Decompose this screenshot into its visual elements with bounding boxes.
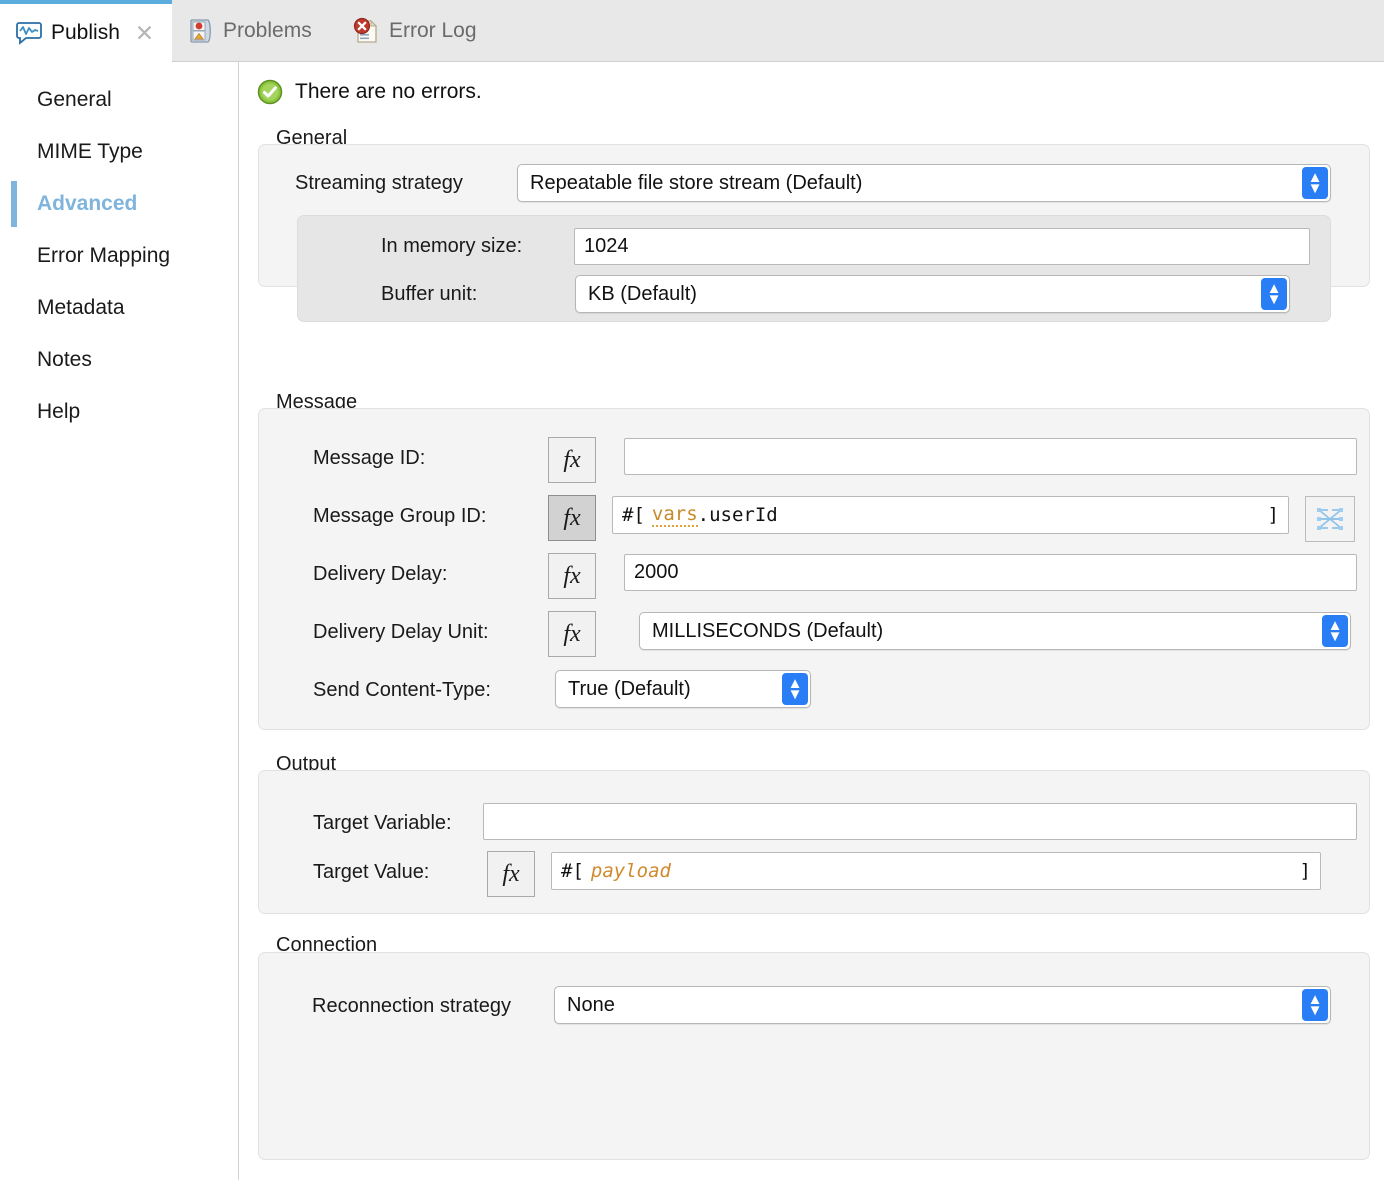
chevron-updown-icon[interactable]: ▲ ▼ bbox=[1302, 167, 1328, 199]
sidebar-item-label: MIME Type bbox=[37, 140, 143, 163]
sidebar-item-advanced[interactable]: Advanced bbox=[0, 178, 238, 230]
sidebar-item-general[interactable]: General bbox=[0, 74, 238, 126]
publish-bubble-icon bbox=[16, 21, 42, 45]
target-value-fx-button[interactable]: fx bbox=[487, 851, 535, 897]
in-memory-size-input[interactable]: 1024 bbox=[574, 228, 1310, 265]
delivery-delay-label: Delivery Delay: bbox=[313, 563, 448, 585]
sidebar-item-error-mapping[interactable]: Error Mapping bbox=[0, 230, 238, 282]
tab-bar: Publish ✕ Problems Error Log bbox=[0, 0, 1384, 62]
expr-suffix: ] bbox=[1267, 504, 1279, 526]
send-content-type-select[interactable]: True (Default) ▲ ▼ bbox=[555, 670, 811, 708]
reconnection-strategy-value: None bbox=[567, 993, 615, 1016]
chevron-updown-icon[interactable]: ▲ ▼ bbox=[1302, 989, 1328, 1021]
fx-label: fx bbox=[563, 620, 581, 647]
chevron-updown-icon[interactable]: ▲ ▼ bbox=[1322, 615, 1348, 647]
fx-label: fx bbox=[563, 562, 581, 589]
sidebar-item-label: Advanced bbox=[37, 192, 138, 215]
in-memory-size-label: In memory size: bbox=[381, 235, 523, 257]
reconnection-strategy-label: Reconnection strategy bbox=[312, 995, 512, 1017]
tab-publish-label: Publish bbox=[51, 21, 120, 44]
message-id-fx-button[interactable]: fx bbox=[548, 437, 596, 483]
chevron-updown-icon[interactable]: ▲ ▼ bbox=[782, 673, 808, 705]
sidebar-item-label: Metadata bbox=[37, 296, 125, 319]
target-value-label: Target Value: bbox=[313, 861, 430, 883]
expr-prefix: #[ bbox=[561, 860, 584, 882]
streaming-options-subpanel: In memory size: 1024 Buffer unit: KB (De… bbox=[297, 215, 1331, 322]
fx-label: fx bbox=[502, 860, 520, 887]
in-memory-size-value: 1024 bbox=[584, 235, 629, 257]
tab-problems-label: Problems bbox=[223, 19, 312, 42]
message-group-id-expression-input[interactable]: #[ vars .userId ] bbox=[612, 496, 1289, 534]
datasense-transform-icon-button[interactable] bbox=[1305, 496, 1355, 542]
fx-label: fx bbox=[563, 446, 581, 473]
sidebar-item-help[interactable]: Help bbox=[0, 386, 238, 438]
message-id-input[interactable] bbox=[624, 438, 1357, 475]
problems-icon bbox=[188, 18, 214, 44]
streaming-strategy-select[interactable]: Repeatable file store stream (Default) ▲… bbox=[517, 164, 1331, 202]
close-icon[interactable]: ✕ bbox=[135, 21, 154, 45]
message-id-label: Message ID: bbox=[313, 447, 426, 469]
tab-error-log[interactable]: Error Log bbox=[336, 0, 493, 62]
sidebar-item-label: Error Mapping bbox=[37, 244, 171, 267]
success-check-icon bbox=[257, 79, 283, 105]
general-panel: Streaming strategy Repeatable file store… bbox=[258, 144, 1370, 322]
fx-label: fx bbox=[563, 504, 581, 531]
properties-content: There are no errors. General Streaming s… bbox=[240, 62, 1384, 1180]
status-text: There are no errors. bbox=[295, 80, 482, 103]
delivery-delay-unit-value: MILLISECONDS (Default) bbox=[652, 619, 884, 642]
delivery-delay-value: 2000 bbox=[634, 561, 679, 583]
delivery-delay-fx-button[interactable]: fx bbox=[548, 553, 596, 599]
buffer-unit-label: Buffer unit: bbox=[381, 283, 478, 305]
delivery-delay-input[interactable]: 2000 bbox=[624, 554, 1357, 591]
expr-variable: vars bbox=[651, 503, 698, 527]
target-value-expression-input[interactable]: #[ payload ] bbox=[551, 852, 1321, 890]
expr-prefix: #[ bbox=[622, 504, 645, 526]
delivery-delay-unit-select[interactable]: MILLISECONDS (Default) ▲ ▼ bbox=[639, 612, 1351, 650]
tab-problems[interactable]: Problems bbox=[172, 0, 328, 62]
target-variable-input[interactable] bbox=[483, 803, 1357, 840]
output-panel: Target Variable: Target Value: fx #[ pay… bbox=[258, 770, 1370, 914]
buffer-unit-select[interactable]: KB (Default) ▲ ▼ bbox=[575, 275, 1290, 313]
streaming-strategy-value: Repeatable file store stream (Default) bbox=[530, 171, 863, 194]
delivery-delay-unit-label: Delivery Delay Unit: bbox=[313, 621, 489, 643]
tab-error-log-label: Error Log bbox=[389, 19, 477, 42]
sidebar-item-label: General bbox=[37, 88, 112, 111]
delivery-delay-unit-fx-button[interactable]: fx bbox=[548, 611, 596, 657]
send-content-type-value: True (Default) bbox=[568, 677, 691, 700]
datasense-transform-icon bbox=[1315, 505, 1345, 533]
sidebar-item-notes[interactable]: Notes bbox=[0, 334, 238, 386]
tab-publish[interactable]: Publish ✕ bbox=[0, 0, 172, 62]
message-panel: Message ID: fx Message Group ID: fx #[ v… bbox=[258, 408, 1370, 730]
sidebar-item-mime-type[interactable]: MIME Type bbox=[0, 126, 238, 178]
expr-suffix: ] bbox=[1299, 860, 1311, 882]
message-group-id-fx-button[interactable]: fx bbox=[548, 495, 596, 541]
streaming-strategy-label: Streaming strategy bbox=[295, 172, 463, 194]
sidebar-item-label: Notes bbox=[37, 348, 92, 371]
chevron-updown-icon[interactable]: ▲ ▼ bbox=[1261, 278, 1287, 310]
buffer-unit-value: KB (Default) bbox=[588, 282, 697, 305]
send-content-type-label: Send Content-Type: bbox=[313, 679, 491, 701]
sidebar-item-metadata[interactable]: Metadata bbox=[0, 282, 238, 334]
expr-rest: .userId bbox=[697, 504, 778, 526]
target-variable-label: Target Variable: bbox=[313, 812, 452, 834]
sidebar-item-label: Help bbox=[37, 400, 81, 423]
message-group-id-label: Message Group ID: bbox=[313, 505, 487, 527]
expr-payload: payload bbox=[590, 860, 671, 882]
sidebar: General MIME Type Advanced Error Mapping… bbox=[0, 62, 239, 1180]
status-row: There are no errors. bbox=[257, 79, 482, 105]
error-log-icon bbox=[352, 17, 380, 45]
connection-panel: Reconnection strategy None ▲ ▼ bbox=[258, 952, 1370, 1160]
reconnection-strategy-select[interactable]: None ▲ ▼ bbox=[554, 986, 1331, 1024]
